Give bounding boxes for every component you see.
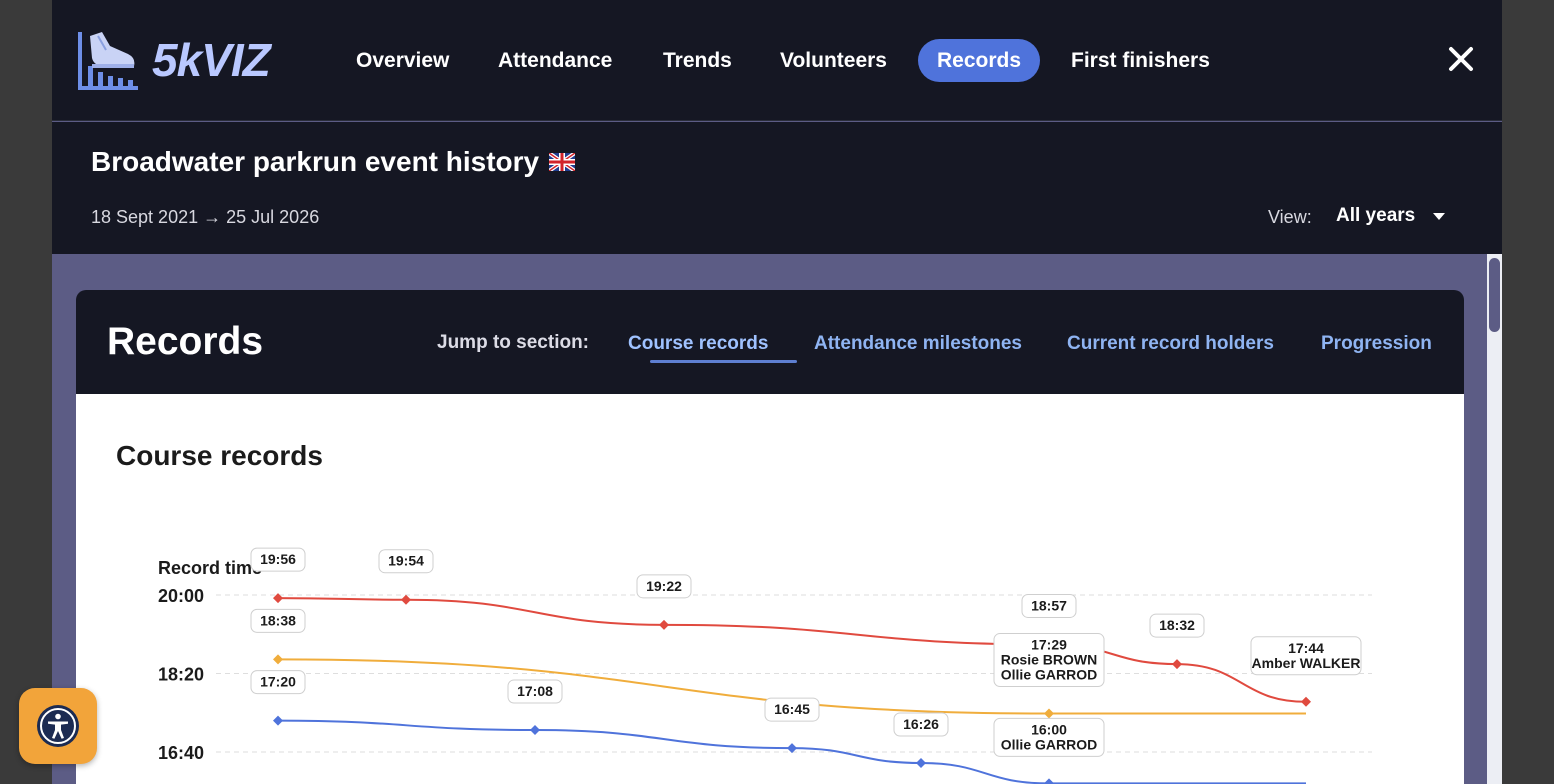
event-title: Broadwater parkrun event history xyxy=(91,146,540,177)
nav-first-finishers[interactable]: First finishers xyxy=(1052,39,1229,82)
scrollbar[interactable] xyxy=(1487,254,1502,784)
data-point-marker xyxy=(273,715,283,726)
jump-to-section-label: Jump to section: xyxy=(437,332,590,353)
data-label: 16:00 xyxy=(1031,721,1067,737)
data-point-marker xyxy=(1044,778,1054,784)
y-tick-label: 16:40 xyxy=(158,743,204,763)
data-label: 16:26 xyxy=(903,716,939,732)
data-label: 19:56 xyxy=(260,551,296,567)
data-label: 17:20 xyxy=(260,674,296,690)
chevron-down-icon xyxy=(1433,212,1446,220)
uk-flag-icon xyxy=(549,153,576,171)
y-tick-label: 18:20 xyxy=(158,665,204,685)
app-window: 5kVIZ Overview Attendance Trends Volunte… xyxy=(52,0,1502,784)
accessibility-button[interactable] xyxy=(19,688,97,764)
event-title-row: Broadwater parkrun event history xyxy=(91,146,576,178)
close-icon xyxy=(1449,47,1473,71)
record-holder-label: Ollie GARROD xyxy=(1001,667,1097,683)
event-header: Broadwater parkrun event history 18 Sept… xyxy=(52,122,1502,254)
course-records-section: Course records 20:00 18:20 16:40 Record tim… xyxy=(76,394,1464,784)
data-point-marker xyxy=(1301,696,1311,707)
nav-trends[interactable]: Trends xyxy=(644,39,751,82)
data-point-marker xyxy=(530,725,540,736)
jump-link-progression[interactable]: Progression xyxy=(1321,333,1432,355)
accessibility-icon xyxy=(37,705,79,747)
data-point-marker xyxy=(916,757,926,768)
start-date: 18 Sept 2021 xyxy=(91,207,199,227)
running-shoe-bar-chart-icon xyxy=(78,32,138,90)
brand-logo[interactable]: 5kVIZ xyxy=(76,28,271,92)
data-point-marker xyxy=(1044,708,1054,719)
nav-attendance[interactable]: Attendance xyxy=(479,39,631,82)
data-label: 17:08 xyxy=(517,683,553,699)
view-select-value: All years xyxy=(1336,205,1416,226)
data-point-marker xyxy=(659,619,669,630)
records-header: Records Jump to section: Course records … xyxy=(76,290,1464,394)
record-holder-label: Rosie BROWN xyxy=(1001,652,1097,668)
active-link-underline xyxy=(650,360,797,363)
event-date-range: 18 Sept 2021 → 25 Jul 2026 xyxy=(91,207,319,228)
data-point-marker xyxy=(401,594,411,605)
data-label: 17:44 xyxy=(1288,640,1324,656)
date-arrow: → xyxy=(203,207,222,227)
y-axis-label: Record time xyxy=(158,558,262,578)
course-records-chart: 20:00 18:20 16:40 Record time19:56 19:54 19:2… xyxy=(158,547,1372,784)
data-label: 18:57 xyxy=(1031,597,1067,613)
data-label: 16:45 xyxy=(774,701,810,717)
y-tick-label: 20:00 xyxy=(158,586,204,606)
data-label: 19:22 xyxy=(646,578,682,594)
records-title: Records xyxy=(107,320,264,363)
record-holder-label: Amber WALKER xyxy=(1252,655,1361,671)
jump-link-attendance-milestones[interactable]: Attendance milestones xyxy=(814,333,1022,355)
series-line xyxy=(277,597,1307,703)
nav-volunteers[interactable]: Volunteers xyxy=(761,39,906,82)
data-point-marker xyxy=(1172,659,1182,670)
view-select[interactable]: All years xyxy=(1336,205,1446,227)
close-button[interactable] xyxy=(1446,44,1476,74)
jump-link-current-record-holders[interactable]: Current record holders xyxy=(1067,333,1274,355)
data-label: 18:38 xyxy=(260,612,296,628)
data-point-marker xyxy=(273,654,283,665)
data-label: 18:32 xyxy=(1159,617,1195,633)
nav-records[interactable]: Records xyxy=(918,39,1041,82)
scrollbar-thumb[interactable] xyxy=(1489,258,1500,332)
end-date: 25 Jul 2026 xyxy=(226,207,320,227)
data-label: 17:29 xyxy=(1031,637,1067,653)
nav-overview[interactable]: Overview xyxy=(337,39,468,82)
data-label: 19:54 xyxy=(388,553,424,569)
jump-link-course-records[interactable]: Course records xyxy=(628,333,768,355)
top-navigation: 5kVIZ Overview Attendance Trends Volunte… xyxy=(52,0,1502,121)
view-label: View: xyxy=(1268,207,1312,227)
brand-name: 5kVIZ xyxy=(152,34,271,86)
record-holder-label: Ollie GARROD xyxy=(1001,736,1097,752)
